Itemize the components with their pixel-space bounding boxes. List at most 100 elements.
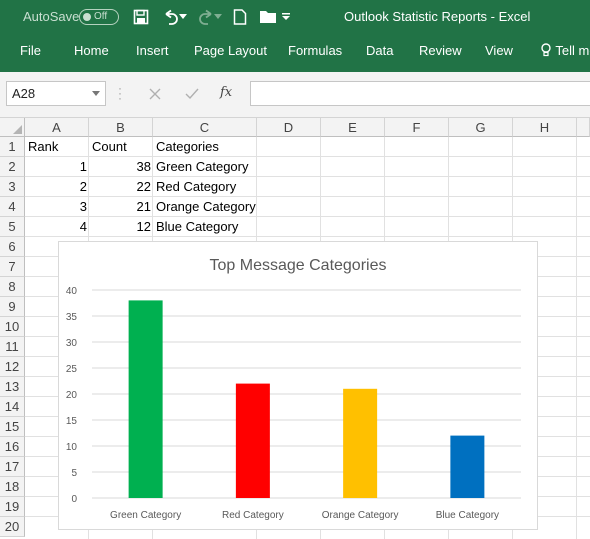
autosave-state: Off xyxy=(94,11,108,22)
row-header[interactable]: 6 xyxy=(0,237,25,257)
cell-a2[interactable]: 1 xyxy=(25,157,89,177)
x-tick-label: Green Category xyxy=(110,510,181,521)
open-folder-icon[interactable] xyxy=(258,6,280,28)
y-tick-label: 40 xyxy=(66,286,78,297)
lightbulb-icon xyxy=(541,43,551,57)
row-header[interactable]: 4 xyxy=(0,197,25,217)
row-header[interactable]: 17 xyxy=(0,457,25,477)
cell-c5[interactable]: Blue Category xyxy=(153,217,257,237)
chart-title[interactable]: Top Message Categories xyxy=(210,257,387,274)
row-header[interactable]: 20 xyxy=(0,517,25,537)
column-header-partial[interactable] xyxy=(577,118,590,137)
tab-formulas[interactable]: Formulas xyxy=(288,43,342,58)
cancel-icon xyxy=(145,84,165,104)
autosave-toggle[interactable]: Off xyxy=(79,9,119,25)
y-tick-label: 20 xyxy=(66,390,78,401)
bar-chart[interactable]: Top Message Categories 0 5 10 15 20 25 30 35 40 … xyxy=(58,241,538,530)
autosave-label: AutoSave xyxy=(23,9,80,24)
column-header-g[interactable]: G xyxy=(449,118,513,137)
cell-b5[interactable]: 12 xyxy=(89,217,153,237)
cell-a1[interactable]: Rank xyxy=(25,137,89,157)
select-all-button[interactable] xyxy=(0,118,25,137)
save-icon[interactable] xyxy=(130,6,152,28)
row-header[interactable]: 16 xyxy=(0,437,25,457)
row-header[interactable]: 14 xyxy=(0,397,25,417)
undo-dropdown-icon[interactable] xyxy=(178,6,188,28)
column-header-b[interactable]: B xyxy=(89,118,153,137)
row-header[interactable]: 1 xyxy=(0,137,25,157)
tab-insert[interactable]: Insert xyxy=(136,43,169,58)
cell-c4[interactable]: Orange Category xyxy=(153,197,273,217)
cell-c2[interactable]: Green Category xyxy=(153,157,257,177)
tab-review[interactable]: Review xyxy=(419,43,462,58)
insert-function-button[interactable]: fx xyxy=(220,85,232,100)
select-all-icon xyxy=(13,125,22,134)
y-tick-label: 15 xyxy=(66,416,78,427)
tab-view[interactable]: View xyxy=(485,43,513,58)
column-header-a[interactable]: A xyxy=(25,118,89,137)
column-header-d[interactable]: D xyxy=(257,118,321,137)
y-tick-label: 10 xyxy=(66,442,78,453)
y-tick-label: 25 xyxy=(66,364,78,375)
row-header[interactable]: 15 xyxy=(0,417,25,437)
cell-c3[interactable]: Red Category xyxy=(153,177,257,197)
tab-data[interactable]: Data xyxy=(366,43,393,58)
x-tick-label: Blue Category xyxy=(436,510,499,521)
cell-c1[interactable]: Categories xyxy=(153,137,257,157)
tab-home[interactable]: Home xyxy=(74,43,109,58)
row-header[interactable]: 13 xyxy=(0,377,25,397)
cell-b3[interactable]: 22 xyxy=(89,177,153,197)
column-header-f[interactable]: F xyxy=(385,118,449,137)
x-tick-label: Orange Category xyxy=(322,510,399,521)
window-title: Outlook Statistic Reports - Excel xyxy=(344,9,531,24)
name-box-value: A28 xyxy=(12,86,36,101)
chart-canvas: Top Message Categories 0510152025303540 … xyxy=(66,257,521,521)
redo-dropdown-icon xyxy=(213,6,223,28)
bar-green-category[interactable] xyxy=(128,300,163,498)
row-header[interactable]: 3 xyxy=(0,177,25,197)
name-box[interactable]: A28 xyxy=(6,81,106,106)
y-tick-label: 0 xyxy=(71,494,77,505)
column-header-c[interactable]: C xyxy=(153,118,257,137)
title-bar: AutoSave Off Outlook Statistic Reports -… xyxy=(0,0,590,34)
cell-b4[interactable]: 21 xyxy=(89,197,153,217)
row-header[interactable]: 19 xyxy=(0,497,25,517)
row-header[interactable]: 7 xyxy=(0,257,25,277)
formula-bar: A28 · · · fx xyxy=(0,72,590,118)
x-tick-label: Red Category xyxy=(222,510,284,521)
row-header[interactable]: 18 xyxy=(0,477,25,497)
row-header[interactable]: 5 xyxy=(0,217,25,237)
tab-file[interactable]: File xyxy=(20,43,41,58)
y-tick-label: 5 xyxy=(71,468,77,479)
y-tick-label: 35 xyxy=(66,312,78,323)
row-header[interactable]: 12 xyxy=(0,357,25,377)
new-file-icon[interactable] xyxy=(229,6,251,28)
y-tick-label: 30 xyxy=(66,338,78,349)
toggle-knob xyxy=(83,13,91,21)
cell-a3[interactable]: 2 xyxy=(25,177,89,197)
cell-a4[interactable]: 3 xyxy=(25,197,89,217)
row-header[interactable]: 9 xyxy=(0,297,25,317)
enter-check-icon xyxy=(182,84,202,104)
bar-blue-category[interactable] xyxy=(450,435,485,498)
cell-b2[interactable]: 38 xyxy=(89,157,153,177)
ribbon-tabs: File Home Insert Page Layout Formulas Da… xyxy=(0,34,590,72)
column-header-h[interactable]: H xyxy=(513,118,577,137)
cell-a5[interactable]: 4 xyxy=(25,217,89,237)
bar-orange-category[interactable] xyxy=(343,388,378,498)
bar-red-category[interactable] xyxy=(235,383,270,498)
gridline xyxy=(576,137,577,539)
chevron-down-icon[interactable] xyxy=(92,91,100,96)
formula-input[interactable] xyxy=(250,81,590,106)
tell-me-search[interactable]: Tell me xyxy=(540,43,590,58)
row-header[interactable]: 11 xyxy=(0,337,25,357)
cell-b1[interactable]: Count xyxy=(89,137,153,157)
row-header[interactable]: 10 xyxy=(0,317,25,337)
tell-me-label: Tell me xyxy=(555,43,590,58)
drag-handle-icon[interactable]: · · · xyxy=(118,82,122,104)
row-header[interactable]: 2 xyxy=(0,157,25,177)
row-header[interactable]: 8 xyxy=(0,277,25,297)
tab-page-layout[interactable]: Page Layout xyxy=(194,43,267,58)
customize-toolbar-icon[interactable] xyxy=(281,6,291,28)
column-header-e[interactable]: E xyxy=(321,118,385,137)
